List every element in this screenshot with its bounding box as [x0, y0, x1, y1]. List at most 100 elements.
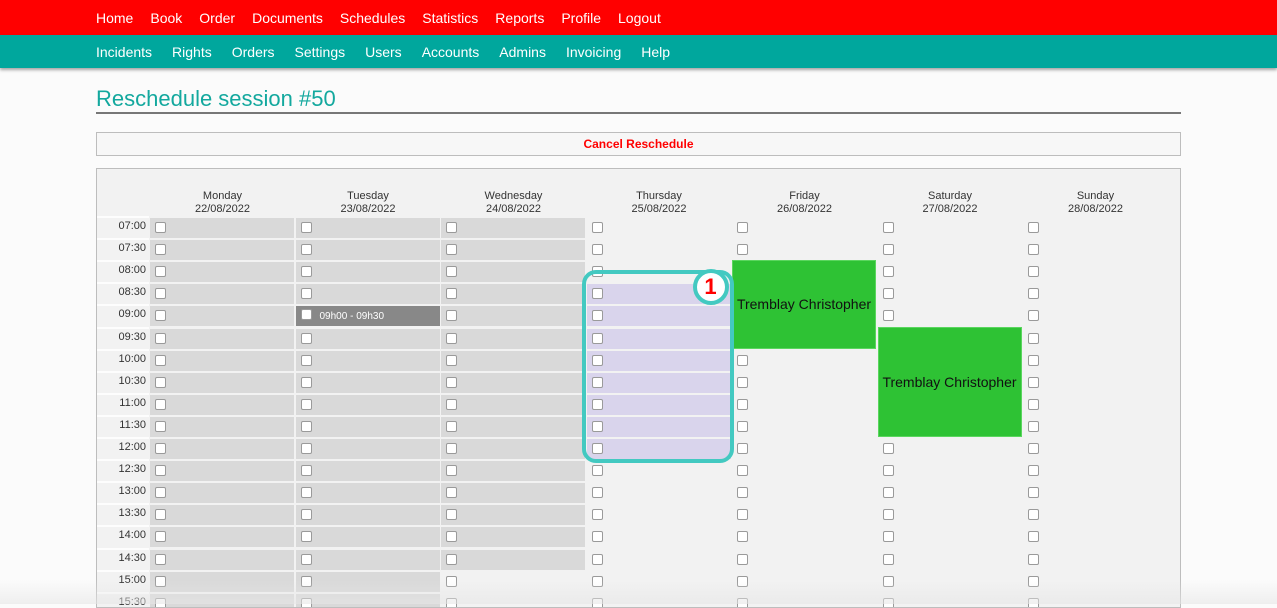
- time-slot[interactable]: [295, 505, 440, 526]
- time-slot[interactable]: [1023, 505, 1167, 525]
- slot-checkbox[interactable]: [591, 487, 603, 499]
- slot-checkbox[interactable]: [737, 509, 748, 521]
- slot-checkbox[interactable]: [591, 398, 603, 410]
- time-slot[interactable]: [150, 461, 294, 482]
- time-slot[interactable]: [295, 416, 440, 437]
- slot-checkbox[interactable]: [882, 487, 894, 499]
- nav-profile[interactable]: Profile: [561, 10, 601, 26]
- nav-help[interactable]: Help: [641, 44, 670, 60]
- slot-checkbox[interactable]: [300, 509, 312, 521]
- slot-checkbox[interactable]: [155, 354, 166, 366]
- time-slot[interactable]: [441, 461, 585, 482]
- slot-checkbox[interactable]: [1028, 332, 1039, 344]
- slot-checkbox[interactable]: [591, 420, 603, 432]
- time-slot[interactable]: [295, 372, 440, 393]
- slot-checkbox[interactable]: [737, 398, 748, 410]
- nav-incidents[interactable]: Incidents: [96, 44, 152, 60]
- booking-block[interactable]: Tremblay Christopher: [877, 326, 1022, 437]
- time-slot[interactable]: [1023, 284, 1167, 304]
- slot-checkbox[interactable]: [737, 376, 748, 388]
- slot-checkbox[interactable]: [300, 354, 312, 366]
- slot-checkbox[interactable]: [446, 487, 457, 499]
- slot-checkbox[interactable]: [591, 376, 603, 388]
- slot-checkbox[interactable]: [882, 575, 894, 587]
- nav-order[interactable]: Order: [199, 10, 235, 26]
- slot-checkbox[interactable]: [591, 332, 603, 344]
- slot-checkbox[interactable]: [737, 420, 748, 432]
- slot-checkbox[interactable]: [300, 597, 312, 607]
- time-slot[interactable]: [732, 439, 876, 459]
- cancel-reschedule-button[interactable]: Cancel Reschedule: [583, 137, 693, 151]
- slot-checkbox[interactable]: [155, 443, 166, 454]
- slot-checkbox[interactable]: [446, 244, 457, 256]
- time-slot[interactable]: [1023, 373, 1167, 393]
- slot-checkbox[interactable]: [1028, 487, 1039, 499]
- time-slot[interactable]: [732, 395, 876, 415]
- slot-checkbox[interactable]: [300, 309, 312, 321]
- time-slot[interactable]: [878, 439, 1022, 459]
- slot-checkbox[interactable]: [300, 376, 312, 388]
- slot-checkbox[interactable]: [446, 376, 457, 388]
- slot-checkbox[interactable]: [155, 420, 166, 432]
- slot-checkbox[interactable]: [155, 288, 166, 300]
- slot-checkbox[interactable]: [591, 288, 603, 300]
- time-slot[interactable]: [295, 350, 440, 371]
- slot-checkbox[interactable]: [737, 553, 748, 565]
- time-slot[interactable]: [587, 461, 731, 481]
- time-slot[interactable]: [295, 439, 440, 459]
- slot-checkbox[interactable]: [300, 531, 312, 543]
- nav-home[interactable]: Home: [96, 10, 133, 26]
- time-slot[interactable]: [441, 306, 585, 327]
- time-slot[interactable]: [150, 571, 294, 592]
- slot-checkbox[interactable]: [882, 310, 894, 322]
- slot-checkbox[interactable]: [882, 443, 894, 454]
- time-slot[interactable]: [878, 483, 1022, 503]
- time-slot[interactable]: [1023, 306, 1167, 326]
- time-slot[interactable]: [1023, 483, 1167, 503]
- time-slot[interactable]: [441, 439, 585, 459]
- time-slot[interactable]: [441, 416, 585, 437]
- slot-checkbox[interactable]: [155, 531, 166, 543]
- slot-checkbox[interactable]: [591, 465, 603, 477]
- slot-checkbox[interactable]: [300, 398, 312, 410]
- time-slot[interactable]: [878, 505, 1022, 525]
- slot-checkbox[interactable]: [446, 597, 457, 607]
- time-slot[interactable]: [441, 240, 585, 261]
- slot-checkbox[interactable]: [446, 531, 457, 543]
- time-slot[interactable]: [878, 306, 1022, 326]
- slot-checkbox[interactable]: [1028, 443, 1039, 454]
- time-slot[interactable]: [441, 262, 585, 283]
- slot-checkbox[interactable]: [737, 487, 748, 499]
- slot-checkbox[interactable]: [155, 398, 166, 410]
- slot-checkbox[interactable]: [300, 487, 312, 499]
- slot-checkbox[interactable]: [446, 354, 457, 366]
- slot-checkbox[interactable]: [737, 354, 748, 366]
- slot-checkbox[interactable]: [882, 244, 894, 256]
- slot-checkbox[interactable]: [737, 465, 748, 477]
- time-slot[interactable]: [732, 461, 876, 481]
- slot-checkbox[interactable]: [300, 443, 312, 454]
- time-slot[interactable]: [878, 218, 1022, 238]
- time-slot[interactable]: [1023, 262, 1167, 282]
- time-slot[interactable]: [441, 218, 585, 238]
- time-slot[interactable]: [732, 505, 876, 525]
- slot-checkbox[interactable]: [300, 553, 312, 565]
- slot-checkbox[interactable]: [446, 465, 457, 477]
- time-slot[interactable]: [1023, 218, 1167, 238]
- time-slot[interactable]: [295, 328, 440, 349]
- time-slot[interactable]: [587, 527, 731, 547]
- slot-checkbox[interactable]: [300, 244, 312, 256]
- slot-checkbox[interactable]: [1028, 553, 1039, 565]
- slot-checkbox[interactable]: [737, 531, 748, 543]
- time-slot[interactable]: [587, 240, 731, 260]
- time-slot[interactable]: [295, 284, 440, 305]
- time-slot[interactable]: [150, 549, 294, 570]
- slot-checkbox[interactable]: [591, 266, 603, 278]
- time-slot[interactable]: [441, 483, 585, 504]
- time-slot[interactable]: [150, 218, 294, 238]
- slot-checkbox[interactable]: [591, 509, 603, 521]
- time-slot[interactable]: [878, 527, 1022, 547]
- slot-checkbox[interactable]: [882, 509, 894, 521]
- slot-checkbox[interactable]: [591, 310, 603, 322]
- slot-checkbox[interactable]: [155, 376, 166, 388]
